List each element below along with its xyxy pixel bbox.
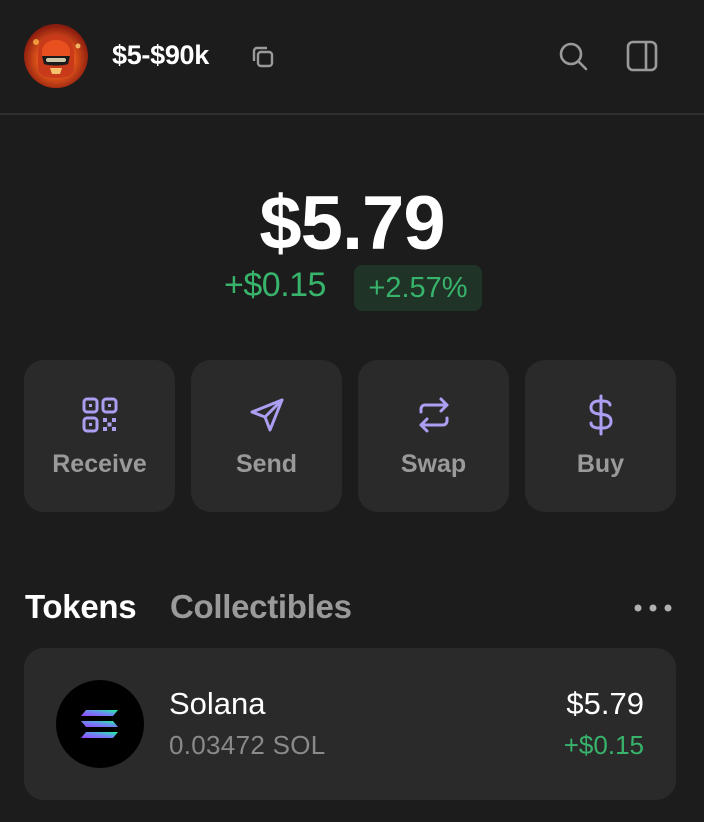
swap-button[interactable]: Swap: [358, 360, 509, 512]
dollar-icon: [589, 394, 613, 436]
sidebar-icon[interactable]: [624, 38, 660, 74]
copy-icon[interactable]: [248, 42, 278, 72]
swap-icon: [419, 397, 449, 433]
send-label: Send: [235, 450, 298, 478]
tab-collectibles[interactable]: Collectibles: [170, 588, 352, 626]
buy-label: Buy: [576, 450, 625, 478]
token-value: $5.79: [566, 686, 644, 721]
send-icon: [250, 398, 284, 432]
receive-button[interactable]: Receive: [24, 360, 175, 512]
token-change: +$0.15: [563, 730, 644, 760]
search-icon[interactable]: [555, 38, 591, 74]
swap-label: Swap: [400, 450, 467, 478]
account-name[interactable]: $5-$90k: [112, 40, 209, 71]
token-name: Solana: [169, 686, 266, 721]
qr-code-icon: [82, 397, 118, 433]
token-amount: 0.03472 SOL: [169, 730, 326, 760]
more-options-icon[interactable]: [632, 598, 674, 618]
solana-logo-icon: [56, 680, 144, 768]
wallet-app: $5-$90k $5.79 +$0.15 +2.57% Receive Send…: [0, 0, 704, 822]
total-balance: $5.79: [259, 181, 445, 266]
receive-label: Receive: [52, 450, 147, 478]
token-row[interactable]: Solana 0.03472 SOL $5.79 +$0.15: [24, 648, 676, 800]
avatar[interactable]: [24, 24, 88, 88]
action-buttons: Receive Send Swap Buy: [24, 360, 680, 512]
buy-button[interactable]: Buy: [525, 360, 676, 512]
balance-change-percent-badge: +2.57%: [354, 265, 482, 311]
tab-tokens[interactable]: Tokens: [25, 588, 137, 626]
header: $5-$90k: [0, 0, 704, 115]
balance-change-amount: +$0.15: [224, 266, 326, 304]
send-button[interactable]: Send: [191, 360, 342, 512]
